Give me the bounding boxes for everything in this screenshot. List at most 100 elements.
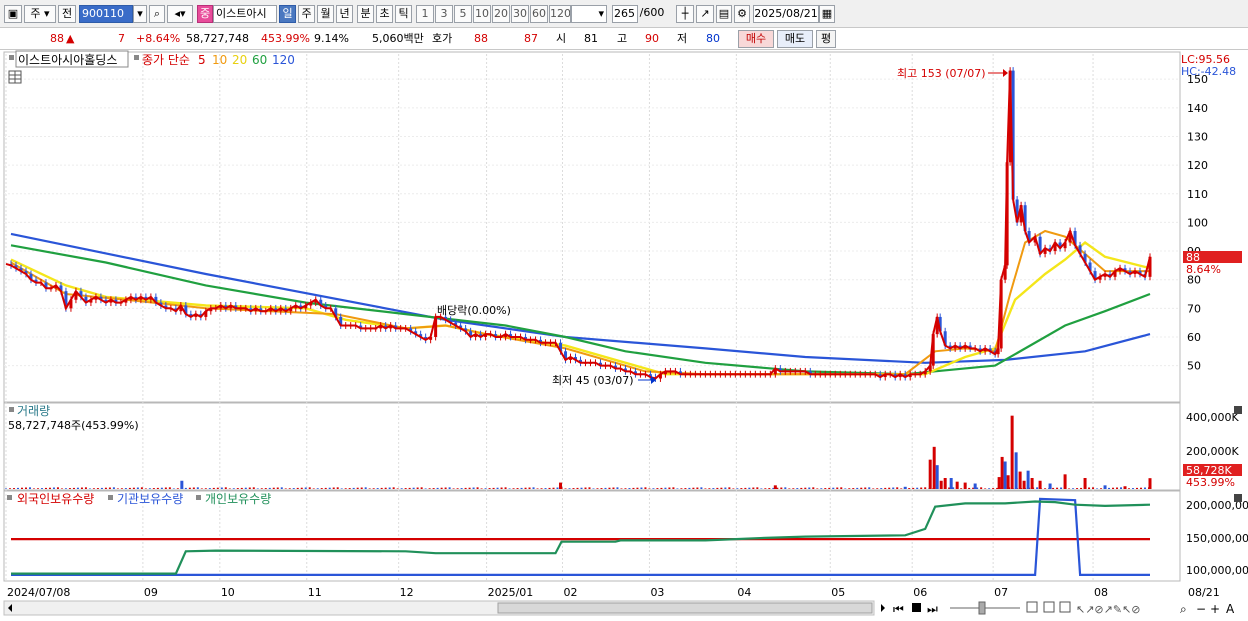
- volume-bar: [559, 482, 563, 489]
- text-tool-icon[interactable]: A: [1226, 602, 1235, 616]
- gear-icon[interactable]: ⚙: [734, 5, 750, 23]
- price-tick-label: 130: [1187, 130, 1208, 143]
- volume-bar: [368, 488, 371, 489]
- tab-month[interactable]: 월: [317, 5, 334, 23]
- rewind-icon[interactable]: ⏮: [893, 602, 904, 616]
- volume-bar: [756, 487, 759, 489]
- holding-close-icon[interactable]: [1234, 494, 1242, 502]
- avg-button[interactable]: 평: [816, 30, 836, 48]
- volume-bar: [1096, 488, 1099, 489]
- volume-bar: [1083, 478, 1087, 489]
- volume-bar: [792, 488, 795, 489]
- x-tick-label: 06: [913, 586, 927, 599]
- zoom-search-icon[interactable]: ⌕: [1180, 602, 1187, 616]
- volume-bar: [997, 477, 1001, 489]
- date-input[interactable]: 2025/08/21: [753, 5, 819, 23]
- draw-tool-icon[interactable]: ↗: [696, 5, 714, 23]
- copy-icon[interactable]: [1043, 601, 1055, 613]
- volume-bar: [1048, 483, 1052, 489]
- ma-period-10: 10: [212, 53, 227, 67]
- volume-bar: [232, 488, 235, 489]
- candle-type-icon[interactable]: ┼: [676, 5, 694, 23]
- volume-bar: [208, 488, 211, 489]
- zoom-slider-handle[interactable]: [978, 601, 986, 615]
- volume-bar: [1044, 488, 1047, 489]
- series-foreign-label: 외국인보유수량: [17, 492, 94, 506]
- volume-bar: [988, 488, 991, 489]
- save-icon[interactable]: ▤: [716, 5, 732, 23]
- volume-bar: [512, 488, 515, 489]
- interval-1[interactable]: 1: [416, 5, 434, 23]
- tab-week[interactable]: 주: [298, 5, 315, 23]
- period-type-select[interactable]: 주 ▾: [24, 5, 56, 23]
- interval-custom-input[interactable]: ▾: [571, 5, 607, 23]
- volume-bar: [903, 486, 907, 489]
- hoga-ask: 88: [474, 32, 488, 45]
- volume-bar: [920, 487, 923, 489]
- zoom-out-icon[interactable]: −: [1196, 602, 1206, 616]
- sell-button[interactable]: 매도: [777, 30, 813, 48]
- calendar-icon[interactable]: ▦: [819, 5, 835, 23]
- zoom-in-icon[interactable]: +: [1210, 602, 1220, 616]
- volume-bar: [360, 487, 363, 489]
- volume-bar: [436, 487, 439, 489]
- prev-button[interactable]: 전: [58, 5, 76, 23]
- volume-bar: [648, 488, 651, 489]
- volume-bar: [1076, 488, 1079, 489]
- volume-bar: [24, 487, 27, 489]
- window-icon[interactable]: [1059, 601, 1071, 613]
- tab-day[interactable]: 일: [279, 5, 296, 23]
- interval-3[interactable]: 3: [435, 5, 453, 23]
- volume-tick-200k: 200,000K: [1186, 445, 1239, 458]
- period-type-label: 주: [30, 7, 41, 20]
- scroll-right-icon[interactable]: [881, 604, 885, 612]
- count-input[interactable]: 265: [612, 5, 638, 23]
- volume-bar: [156, 487, 159, 489]
- volume-bar: [216, 487, 219, 489]
- volume-bar: [16, 487, 19, 489]
- search-icon[interactable]: ⌕: [149, 5, 165, 23]
- volume-bar: [1056, 487, 1059, 489]
- buy-button[interactable]: 매수: [738, 30, 774, 48]
- volume-bar: [200, 488, 203, 489]
- volume-bar: [8, 488, 11, 489]
- scrollbar-thumb[interactable]: [497, 602, 873, 614]
- x-tick-label: 08/21: [1188, 586, 1220, 599]
- volume-close-icon[interactable]: [1234, 406, 1242, 414]
- tab-minute[interactable]: 분: [357, 5, 374, 23]
- tab-second[interactable]: 초: [376, 5, 393, 23]
- interval-5[interactable]: 5: [454, 5, 472, 23]
- volume-bar: [148, 488, 151, 489]
- volume-bar: [748, 487, 751, 489]
- stock-code-input[interactable]: 900110: [79, 5, 133, 23]
- code-dropdown-icon[interactable]: ▾: [133, 5, 147, 23]
- interval-20[interactable]: 20: [492, 5, 510, 23]
- chart-area[interactable]: 이스트아시아홀딩스 종가 단순 5 10 20 60 120 LC:95.56 …: [0, 50, 1248, 621]
- min-annotation: 최저 45 (03/07): [552, 374, 634, 387]
- stock-name-field[interactable]: 이스트아시: [213, 5, 277, 23]
- volume-bar: [824, 488, 827, 489]
- volume-bar: [908, 488, 911, 489]
- speaker-icon[interactable]: ◂▾: [167, 5, 193, 23]
- volume-bar: [592, 488, 595, 489]
- volume-bar: [100, 487, 103, 489]
- stop-icon[interactable]: [912, 603, 921, 612]
- volume-bar: [788, 488, 791, 489]
- interval-60[interactable]: 60: [530, 5, 548, 23]
- layout-icon[interactable]: [1026, 601, 1038, 613]
- draw-tools-icon[interactable]: ↖↗⊘↗✎↖⊘: [1076, 603, 1141, 616]
- volume-bar: [364, 487, 367, 489]
- volume-bar: [88, 488, 91, 489]
- tab-year[interactable]: 년: [336, 5, 353, 23]
- chart-layout-icon[interactable]: ▣: [4, 5, 22, 23]
- chart-svg[interactable]: 이스트아시아홀딩스 종가 단순 5 10 20 60 120 LC:95.56 …: [0, 50, 1248, 621]
- holding-tick-100m: 100,000,00: [1186, 564, 1248, 577]
- forward-icon[interactable]: ⏭: [927, 602, 938, 616]
- volume-bar: [800, 487, 803, 489]
- interval-10[interactable]: 10: [473, 5, 491, 23]
- volume-bar: [1052, 487, 1055, 489]
- tab-tick[interactable]: 틱: [395, 5, 412, 23]
- interval-30[interactable]: 30: [511, 5, 529, 23]
- volume-bar: [548, 487, 551, 489]
- interval-120[interactable]: 120: [549, 5, 571, 23]
